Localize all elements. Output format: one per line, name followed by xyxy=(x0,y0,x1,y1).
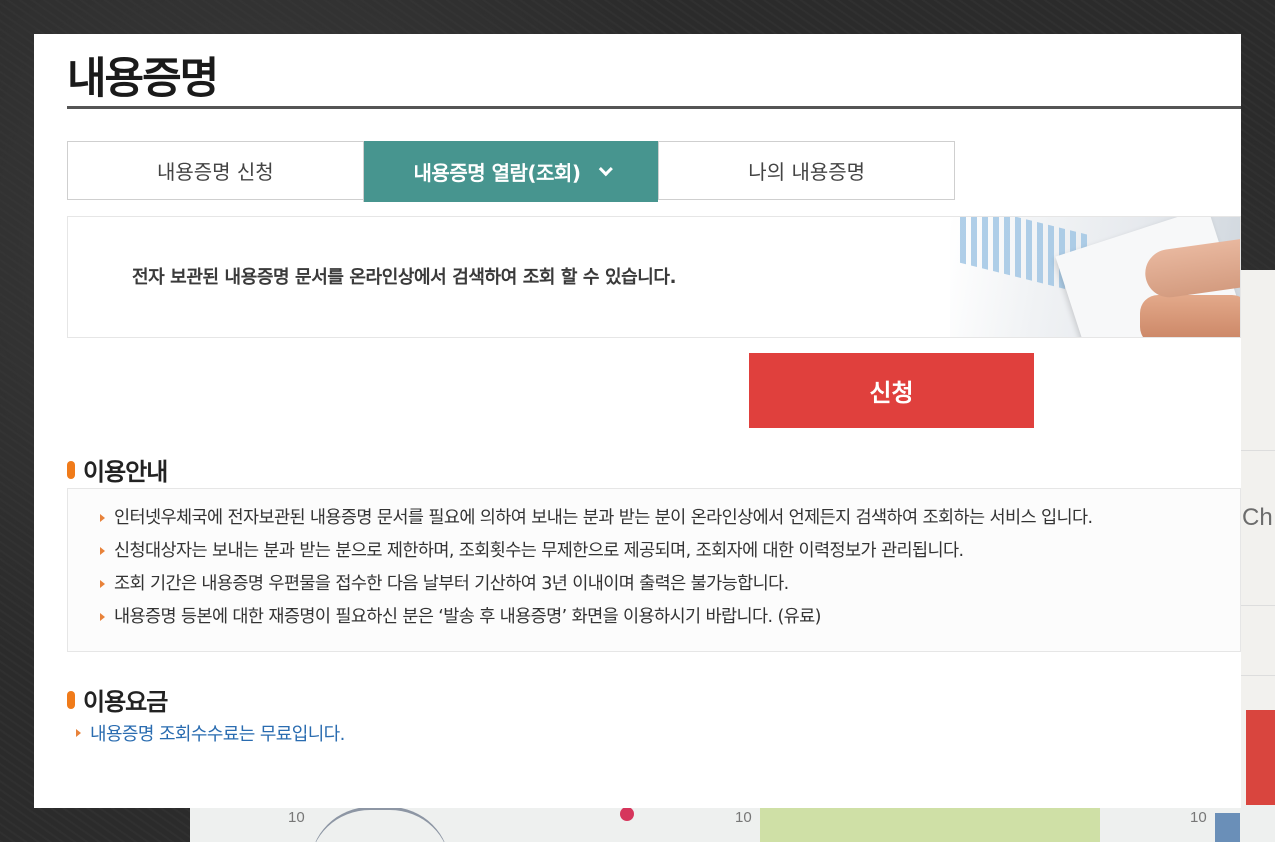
section-marker-icon xyxy=(67,460,75,479)
list-item-text: 조회 기간은 내용증명 우편물을 접수한 다음 날부터 기산하여 3년 이내이며… xyxy=(114,574,789,594)
tab-label: 나의 내용증명 xyxy=(748,160,866,184)
usage-fee-text-row: 내용증명 조회수수료는 무료입니다. xyxy=(76,720,345,746)
background-chart-strip: 10 10 10 xyxy=(190,805,1275,842)
list-item-text: 내용증명 등본에 대한 재증명이 필요하신 분은 ‘발송 후 내용증명’ 화면을… xyxy=(114,607,822,627)
chevron-down-icon[interactable] xyxy=(599,161,614,176)
tab-apply[interactable]: 내용증명 신청 xyxy=(68,142,363,199)
background-tick: 10 xyxy=(735,809,752,826)
background-curve xyxy=(310,807,450,842)
title-divider xyxy=(67,106,1241,109)
background-blue-bar xyxy=(1215,813,1240,842)
page-title: 내용증명 xyxy=(67,54,219,104)
tab-bar: 내용증명 신청 내용증명 열람(조회) 나의 내용증명 xyxy=(67,141,955,202)
apply-button[interactable]: 신청 xyxy=(749,353,1034,428)
usage-fee-text: 내용증명 조회수수료는 무료입니다. xyxy=(90,724,345,745)
background-tick: 10 xyxy=(1190,809,1207,826)
usage-fee-title: 이용요금 xyxy=(83,688,168,716)
list-item: 신청대상자는 보내는 분과 받는 분으로 제한하며, 조회횟수는 무제한으로 제… xyxy=(100,538,1092,571)
banner-image xyxy=(950,217,1240,337)
bullet-arrow-icon xyxy=(100,547,105,555)
bullet-arrow-icon xyxy=(76,729,81,737)
background-green-area xyxy=(760,805,1100,842)
tab-view[interactable]: 내용증명 열람(조회) xyxy=(362,141,659,202)
background-dot xyxy=(620,807,634,821)
list-item: 인터넷우체국에 전자보관된 내용증명 문서를 필요에 의하여 보내는 분과 받는… xyxy=(100,505,1093,538)
usage-fee-heading: 이용요금 xyxy=(67,682,168,717)
list-item-text: 신청대상자는 보내는 분과 받는 분으로 제한하며, 조회횟수는 무제한으로 제… xyxy=(114,541,964,561)
tab-label: 내용증명 열람(조회) xyxy=(413,161,581,185)
section-marker-icon xyxy=(67,690,75,709)
bullet-arrow-icon xyxy=(100,613,105,621)
banner-arm-graphic xyxy=(1140,295,1240,337)
list-item: 내용증명 등본에 대한 재증명이 필요하신 분은 ‘발송 후 내용증명’ 화면을… xyxy=(100,604,1092,637)
bullet-arrow-icon xyxy=(100,514,105,522)
tab-my-certifications[interactable]: 나의 내용증명 xyxy=(658,142,955,199)
list-item-text: 인터넷우체국에 전자보관된 내용증명 문서를 필요에 의하여 보내는 분과 받는… xyxy=(114,508,1093,528)
usage-guide-list: 인터넷우체국에 전자보관된 내용증명 문서를 필요에 의하여 보내는 분과 받는… xyxy=(100,505,1093,637)
bullet-arrow-icon xyxy=(100,580,105,588)
usage-guide-title: 이용안내 xyxy=(83,458,168,486)
banner-text: 전자 보관된 내용증명 문서를 온라인상에서 검색하여 조회 할 수 있습니다. xyxy=(132,267,677,288)
tab-label: 내용증명 신청 xyxy=(156,160,274,184)
main-panel: 내용증명 내용증명 신청 내용증명 열람(조회) 나의 내용증명 전자 보관된 … xyxy=(34,34,1241,808)
list-item: 조회 기간은 내용증명 우편물을 접수한 다음 날부터 기산하여 3년 이내이며… xyxy=(100,571,1092,604)
usage-guide-box: 인터넷우체국에 전자보관된 내용증명 문서를 필요에 의하여 보내는 분과 받는… xyxy=(67,488,1241,652)
background-tick: 10 xyxy=(288,809,305,826)
info-banner: 전자 보관된 내용증명 문서를 온라인상에서 검색하여 조회 할 수 있습니다. xyxy=(67,216,1241,338)
usage-guide-heading: 이용안내 xyxy=(67,452,168,487)
background-text: Ch xyxy=(1242,504,1273,531)
